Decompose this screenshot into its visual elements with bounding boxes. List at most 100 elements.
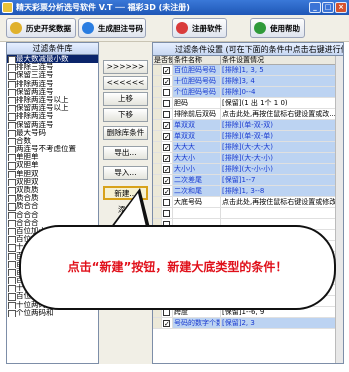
condition-item[interactable]: 质合合 [7, 202, 98, 211]
table-row[interactable]: 大底号码 点击此处,再按住鼠标右键设置或修改 [153, 197, 343, 208]
use-checkbox-cell[interactable]: ✓ [162, 186, 173, 196]
use-checkbox[interactable]: ✓ [163, 166, 170, 174]
condition-item[interactable]: 单胆单 [7, 153, 98, 162]
help-button[interactable]: 使用帮助 [250, 18, 305, 38]
table-row[interactable]: ✓ 大小小 [排除](大-小-小) [153, 164, 343, 175]
use-checkbox-cell[interactable] [162, 109, 173, 119]
use-checkbox-cell[interactable]: ✓ [162, 76, 173, 86]
table-row[interactable]: ✓ 大大小 [排除](大-大-小) [153, 153, 343, 164]
vertical-scrollbar[interactable] [335, 56, 343, 363]
table-row[interactable]: ✓ 二次差尾 [保留]1--7 [153, 175, 343, 186]
use-checkbox[interactable] [163, 199, 170, 206]
condition-item[interactable]: 质合质 [7, 194, 98, 203]
use-checkbox-cell[interactable]: ✓ [162, 131, 173, 141]
use-checkbox-cell[interactable]: ✓ [162, 318, 173, 328]
use-checkbox[interactable] [163, 309, 170, 316]
condition-item[interactable]: 双胆双 [7, 178, 98, 186]
use-checkbox[interactable]: ✓ [163, 144, 170, 152]
use-checkbox[interactable]: ✓ [163, 78, 170, 86]
table-row[interactable]: 排除前后双码 点击此处,再按住鼠标右键设置或改... [153, 109, 343, 120]
condition-name [173, 208, 221, 218]
use-checkbox[interactable]: ✓ [163, 67, 170, 75]
condition-item[interactable]: 排除两连号 [7, 80, 98, 88]
condition-item[interactable]: 合数 [7, 137, 98, 146]
condition-item[interactable]: 单胆双 [7, 170, 98, 178]
register-label: 注册软件 [192, 23, 222, 33]
condition-item[interactable]: 双质质 [7, 186, 98, 195]
condition-item[interactable]: 合合合 [7, 211, 98, 219]
table-row[interactable]: ✓ 百位胆码号码 [排除]1, 3, 5 [153, 65, 343, 76]
table-row[interactable]: ✓ 大大大 [排除](大-大-大) [153, 142, 343, 153]
use-checkbox-cell[interactable] [162, 208, 173, 218]
table-row[interactable] [153, 208, 343, 219]
condition-setting: [保留]2, 3 [221, 318, 343, 328]
use-checkbox-cell[interactable]: ✓ [162, 142, 173, 152]
condition-item[interactable]: 排除三连号 [7, 63, 98, 72]
use-checkbox-cell[interactable]: ✓ [162, 120, 173, 130]
use-checkbox[interactable] [163, 210, 170, 217]
table-row[interactable]: ✓ 单双双 [排除](单-双-单) [153, 131, 343, 142]
use-checkbox-cell[interactable] [162, 197, 173, 207]
use-checkbox[interactable] [163, 100, 170, 107]
import-button[interactable]: 导入... [103, 166, 148, 180]
condition-item[interactable]: 个位两码和 [7, 309, 98, 317]
move-down-button[interactable]: 下移 [103, 108, 148, 122]
close-icon[interactable]: × [335, 2, 347, 13]
table-row[interactable]: 个位胆码号码 [排除]0--4 [153, 87, 343, 98]
minimize-icon[interactable]: _ [309, 2, 321, 13]
generate-icon [82, 22, 94, 34]
add-condition-button[interactable]: >>>>>> [103, 60, 148, 74]
table-row[interactable]: 胆码 [保留](1 出 1个 1 0) [153, 98, 343, 109]
row-marker [153, 197, 162, 207]
condition-item[interactable]: 两连号不考虑位置 [7, 145, 98, 154]
use-checkbox[interactable]: ✓ [163, 320, 170, 328]
condition-setting: [排除](大-小-小) [221, 164, 343, 174]
remove-condition-button[interactable]: <<<<<< [103, 76, 148, 90]
row-marker [153, 153, 162, 163]
condition-item[interactable]: 排除两连号 [7, 112, 98, 121]
table-row[interactable]: ✓ 十位胆码号码 [排除]3, 4 [153, 76, 343, 87]
use-checkbox-cell[interactable] [162, 87, 173, 97]
condition-name: 十位胆码号码 [173, 76, 221, 86]
row-marker [153, 76, 162, 86]
row-marker [153, 131, 162, 141]
condition-item[interactable]: 排除两连号以上 [7, 96, 98, 105]
move-up-button[interactable]: 上移 [103, 92, 148, 106]
condition-name: 大大大 [173, 142, 221, 152]
use-checkbox-cell[interactable]: ✓ [162, 164, 173, 174]
callout-bubble: 点击“新建”按钮，新建大底类型的条件！ [19, 225, 336, 310]
condition-name: 个位胆码号码 [173, 87, 221, 97]
use-checkbox[interactable]: ✓ [163, 133, 170, 141]
generate-label: 生成胆注号码 [98, 23, 143, 33]
condition-name: 大大小 [173, 153, 221, 163]
use-checkbox[interactable]: ✓ [163, 188, 170, 196]
use-checkbox[interactable] [163, 111, 170, 118]
condition-item[interactable]: 保留三连号 [7, 71, 98, 80]
use-checkbox[interactable]: ✓ [163, 155, 170, 163]
table-header: 是否使用 条件名称 条件设置情况 [153, 56, 343, 65]
condition-item[interactable]: 保留两连号 [7, 121, 98, 129]
condition-item[interactable]: 双胆单 [7, 161, 98, 170]
use-checkbox-cell[interactable]: ✓ [162, 65, 173, 75]
use-checkbox[interactable] [163, 89, 170, 96]
history-data-button[interactable]: 历史开奖数据 [6, 18, 76, 38]
condition-item[interactable]: 最大数减最小数 [7, 55, 98, 64]
table-row[interactable]: ✓ 号码的数字个数 [保留]2, 3 [153, 318, 343, 329]
condition-setting: [排除](大-大-小) [221, 153, 343, 163]
delete-library-condition-button[interactable]: 删除库条件 [103, 126, 148, 140]
maximize-icon[interactable]: □ [322, 2, 334, 13]
register-button[interactable]: 注册软件 [172, 18, 227, 38]
condition-item[interactable]: 保留两连号 [7, 88, 98, 96]
use-checkbox-cell[interactable] [162, 98, 173, 108]
use-checkbox[interactable]: ✓ [163, 122, 170, 130]
use-checkbox-cell[interactable]: ✓ [162, 153, 173, 163]
use-checkbox-cell[interactable]: ✓ [162, 175, 173, 185]
export-button[interactable]: 导出... [103, 146, 148, 160]
condition-setting: [排除]1, 3--8 [221, 186, 343, 196]
generate-button[interactable]: 生成胆注号码 [78, 18, 146, 38]
condition-item[interactable]: 最大号码 [7, 129, 98, 137]
condition-item[interactable]: 保留两连号以上 [7, 104, 98, 113]
use-checkbox[interactable]: ✓ [163, 177, 170, 185]
table-row[interactable]: ✓ 二次和尾 [排除]1, 3--8 [153, 186, 343, 197]
table-row[interactable]: ✓ 单双双 [排除](单-双-双) [153, 120, 343, 131]
